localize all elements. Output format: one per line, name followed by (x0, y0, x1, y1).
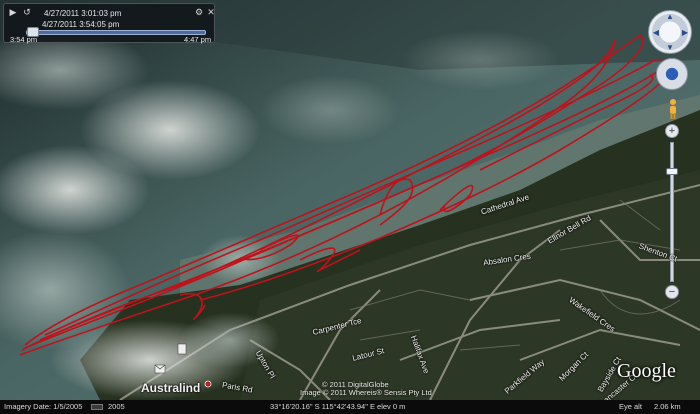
compass-ring-icon[interactable]: ▲ ▼ ◀ ▶ (648, 10, 692, 54)
fuel-poi-icon (177, 343, 187, 355)
pan-down-icon[interactable]: ▼ (666, 44, 674, 52)
map-viewport[interactable]: ▶ ↺ 4/27/2011 3:01:03 pm 4/27/2011 3:54:… (0, 0, 700, 414)
imagery-date: Imagery Date: 1/5/2005 (4, 402, 83, 411)
settings-wrench-icon[interactable]: ⚙ (194, 7, 204, 17)
slider-end-time: 4:47 pm (184, 35, 212, 44)
eye-alt-label: Eye alt (619, 402, 642, 411)
place-marker-icon (204, 380, 212, 388)
town-label: Australind (141, 381, 201, 395)
time-range-start: 4/27/2011 3:01:03 pm (44, 9, 122, 18)
imagery-year: 2005 (108, 402, 125, 411)
cloud (400, 30, 560, 90)
zoom-control: + − (665, 124, 679, 299)
status-bar: Imagery Date: 1/5/2005 2005 33°16'20.16"… (0, 400, 700, 414)
pegman-icon[interactable] (668, 98, 678, 120)
look-joystick-icon[interactable] (656, 58, 688, 90)
time-range-end: 4/27/2011 3:54:05 pm (42, 20, 120, 29)
time-slider-panel: ▶ ↺ 4/27/2011 3:01:03 pm 4/27/2011 3:54:… (3, 3, 216, 44)
imagery-attribution: Image © 2011 Whereis® Sensis Pty Ltd © 20… (300, 380, 432, 397)
pan-left-icon[interactable]: ◀ (652, 29, 660, 37)
eye-alt-value: 2.06 km (654, 402, 681, 411)
attribution-line: © 2011 DigitalGlobe (322, 380, 389, 389)
slider-start-time: 3:54 pm (10, 35, 38, 44)
satellite-map[interactable] (0, 0, 700, 414)
time-slider-track[interactable] (26, 30, 206, 35)
zoom-in-icon[interactable]: + (665, 124, 679, 138)
zoom-out-icon[interactable]: − (665, 285, 679, 299)
play-icon[interactable]: ▶ (8, 7, 18, 17)
attribution-line: Image © 2011 Whereis® Sensis Pty Ltd (300, 388, 432, 397)
google-logo: Google (617, 360, 676, 382)
rewind-icon[interactable]: ↺ (22, 7, 32, 17)
close-icon[interactable]: ✕ (206, 7, 216, 17)
cloud (260, 75, 400, 145)
zoom-thumb[interactable] (666, 168, 678, 175)
coordinates-readout: 33°16'20.16" S 115°42'43.94" E elev 0 m (270, 402, 406, 411)
pan-up-icon[interactable]: ▲ (666, 13, 674, 21)
pan-right-icon[interactable]: ▶ (681, 29, 689, 37)
loading-indicator (91, 404, 103, 410)
